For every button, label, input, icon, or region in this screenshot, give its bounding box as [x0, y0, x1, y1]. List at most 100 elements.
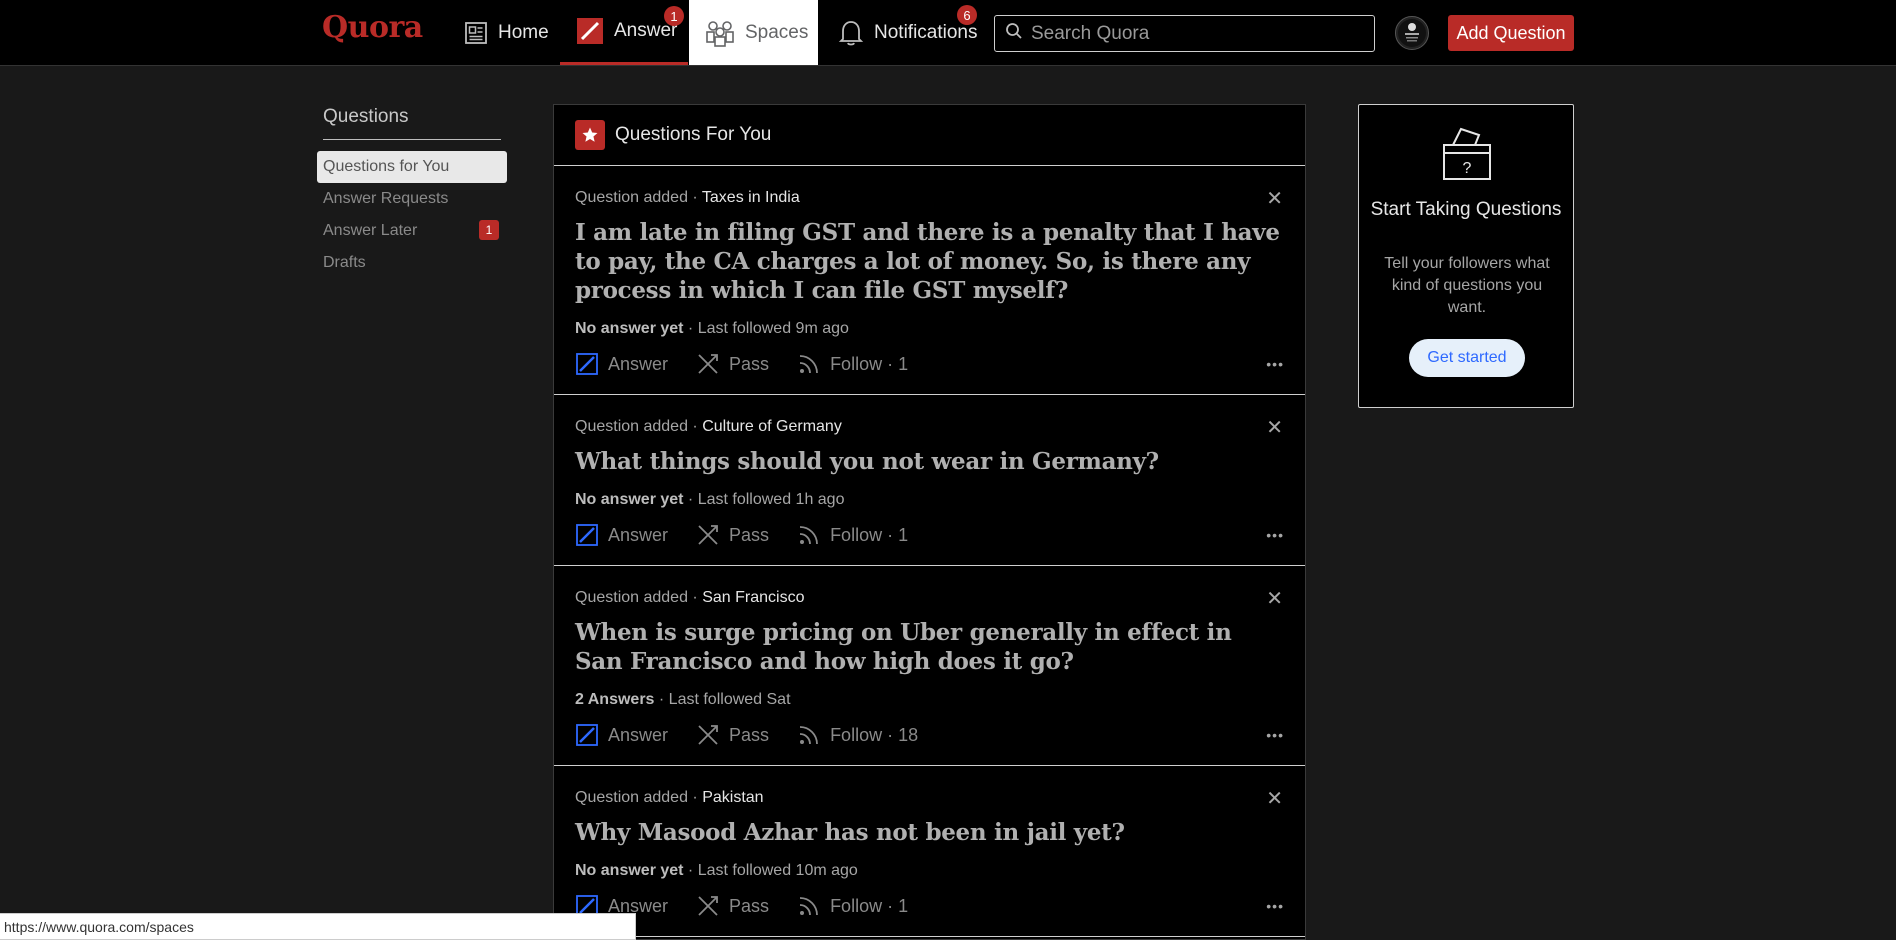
follow-button[interactable]: Follow · 1 — [797, 352, 908, 376]
follow-icon — [799, 526, 818, 545]
quora-logo[interactable]: Quora — [322, 10, 423, 45]
question-card: Question added · Taxes in India ✕ I am l… — [554, 166, 1305, 395]
answer-icon — [576, 724, 598, 746]
sidebar-item-drafts[interactable]: Drafts — [317, 247, 507, 279]
more-options-icon[interactable]: ••• — [1266, 727, 1284, 743]
dismiss-button[interactable]: ✕ — [1266, 586, 1283, 611]
question-box-icon: ? — [1441, 125, 1493, 186]
follow-icon — [799, 726, 818, 745]
pass-button[interactable]: Pass — [696, 723, 769, 747]
last-followed: · Last followed Sat — [654, 691, 791, 708]
pass-label: Pass — [729, 895, 770, 916]
nav-notifications[interactable]: Notifications 6 — [822, 0, 994, 65]
notifications-badge: 6 — [957, 5, 977, 25]
question-card: Question added · Pakistan ✕ Why Masood A… — [554, 766, 1305, 937]
answer-icon — [576, 524, 598, 546]
answer-label: Answer — [608, 724, 669, 745]
question-title[interactable]: When is surge pricing on Uber generally … — [575, 618, 1284, 676]
question-status: No answer yet · Last followed 1h ago — [575, 491, 844, 509]
sidebar-title: Questions — [323, 106, 409, 127]
avatar[interactable] — [1395, 16, 1429, 50]
pass-label: Pass — [729, 724, 770, 745]
pass-label: Pass — [729, 353, 770, 374]
question-title[interactable]: Why Masood Azhar has not been in jail ye… — [575, 818, 1284, 847]
answer-later-badge: 1 — [479, 220, 499, 240]
pass-icon — [698, 896, 718, 916]
action-bar: Answer Pass Follow · 18 ••• — [575, 721, 1284, 749]
answer-label: Answer — [608, 353, 669, 374]
panel-subtitle: Tell your followers what kind of questio… — [1384, 255, 1550, 316]
search-icon — [1005, 22, 1023, 45]
action-bar: Answer Pass Follow · 1 ••• — [575, 521, 1284, 549]
answer-label: Answer — [608, 524, 669, 545]
get-started-button[interactable]: Get started — [1409, 339, 1525, 377]
pass-button[interactable]: Pass — [696, 523, 769, 547]
meta-prefix: Question added · — [575, 418, 703, 435]
topic-link[interactable]: Taxes in India — [702, 189, 800, 206]
pass-button[interactable]: Pass — [696, 352, 769, 376]
spaces-icon — [705, 19, 735, 47]
follow-icon — [799, 897, 818, 916]
meta-prefix: Question added · — [575, 189, 702, 206]
follow-button[interactable]: Follow · 1 — [797, 894, 908, 918]
last-followed: · Last followed 10m ago — [683, 862, 858, 879]
questions-feed: Questions For You Question added · Taxes… — [553, 104, 1306, 940]
follow-icon — [799, 355, 818, 374]
action-bar: Answer Pass Follow · 1 ••• — [575, 892, 1284, 920]
answer-button[interactable]: Answer — [575, 352, 668, 376]
answer-icon — [576, 353, 598, 375]
answer-button[interactable]: Answer — [575, 523, 668, 547]
question-meta: Question added · Taxes in India — [575, 189, 800, 207]
question-meta: Question added · San Francisco — [575, 589, 804, 607]
dismiss-button[interactable]: ✕ — [1266, 786, 1283, 811]
nav-spaces[interactable]: Spaces — [689, 0, 818, 65]
svg-text:?: ? — [1463, 160, 1472, 177]
topic-link[interactable]: Pakistan — [702, 789, 763, 806]
answer-count: No answer yet — [575, 320, 684, 337]
nav-home[interactable]: Home — [448, 0, 565, 65]
answer-badge: 1 — [664, 6, 684, 26]
topic-link[interactable]: San Francisco — [702, 589, 804, 606]
browser-status-bar: https://www.quora.com/spaces — [0, 913, 636, 940]
home-icon — [464, 21, 488, 45]
more-options-icon[interactable]: ••• — [1266, 898, 1284, 914]
search-box[interactable] — [994, 15, 1375, 52]
sidebar-divider — [323, 139, 501, 140]
answer-pencil-icon — [576, 17, 604, 45]
pass-icon — [698, 725, 718, 745]
topic-link[interactable]: Culture of Germany — [702, 418, 842, 435]
answer-count: No answer yet — [575, 862, 684, 879]
question-title[interactable]: I am late in filing GST and there is a p… — [575, 218, 1284, 305]
pass-button[interactable]: Pass — [696, 894, 769, 918]
sidebar-item-questions-for-you[interactable]: Questions for You — [317, 151, 507, 183]
question-meta: Question added · Culture of Germany — [575, 418, 842, 436]
more-options-icon[interactable]: ••• — [1266, 527, 1284, 543]
last-followed: · Last followed 1h ago — [683, 491, 845, 508]
question-status: No answer yet · Last followed 9m ago — [575, 320, 849, 338]
feed-title: Questions For You — [615, 124, 772, 145]
question-meta: Question added · Pakistan — [575, 789, 764, 807]
pass-icon — [698, 354, 718, 374]
pass-icon — [698, 525, 718, 545]
follow-button[interactable]: Follow · 1 — [797, 523, 908, 547]
follow-label: Follow · 1 — [830, 353, 909, 374]
star-icon — [575, 120, 605, 150]
question-title[interactable]: What things should you not wear in Germa… — [575, 447, 1284, 476]
follow-label: Follow · 18 — [830, 724, 919, 745]
top-header: Quora Home Answer 1 Spaces Notifications… — [0, 0, 1896, 66]
follow-button[interactable]: Follow · 18 — [797, 723, 918, 747]
start-taking-questions-panel: ? Start Taking Questions Tell your follo… — [1358, 104, 1574, 408]
last-followed: · Last followed 9m ago — [683, 320, 849, 337]
nav-answer[interactable]: Answer 1 — [560, 0, 688, 65]
dismiss-button[interactable]: ✕ — [1266, 186, 1283, 211]
add-question-button[interactable]: Add Question — [1448, 15, 1574, 51]
feed-header: Questions For You — [554, 105, 1305, 166]
dismiss-button[interactable]: ✕ — [1266, 415, 1283, 440]
sidebar-item-answer-requests[interactable]: Answer Requests — [317, 183, 507, 215]
question-card: Question added · San Francisco ✕ When is… — [554, 566, 1305, 766]
answer-count: No answer yet — [575, 491, 684, 508]
answer-button[interactable]: Answer — [575, 723, 668, 747]
more-options-icon[interactable]: ••• — [1266, 356, 1284, 372]
panel-title: Start Taking Questions — [1370, 199, 1562, 220]
search-input[interactable] — [1031, 22, 1361, 45]
